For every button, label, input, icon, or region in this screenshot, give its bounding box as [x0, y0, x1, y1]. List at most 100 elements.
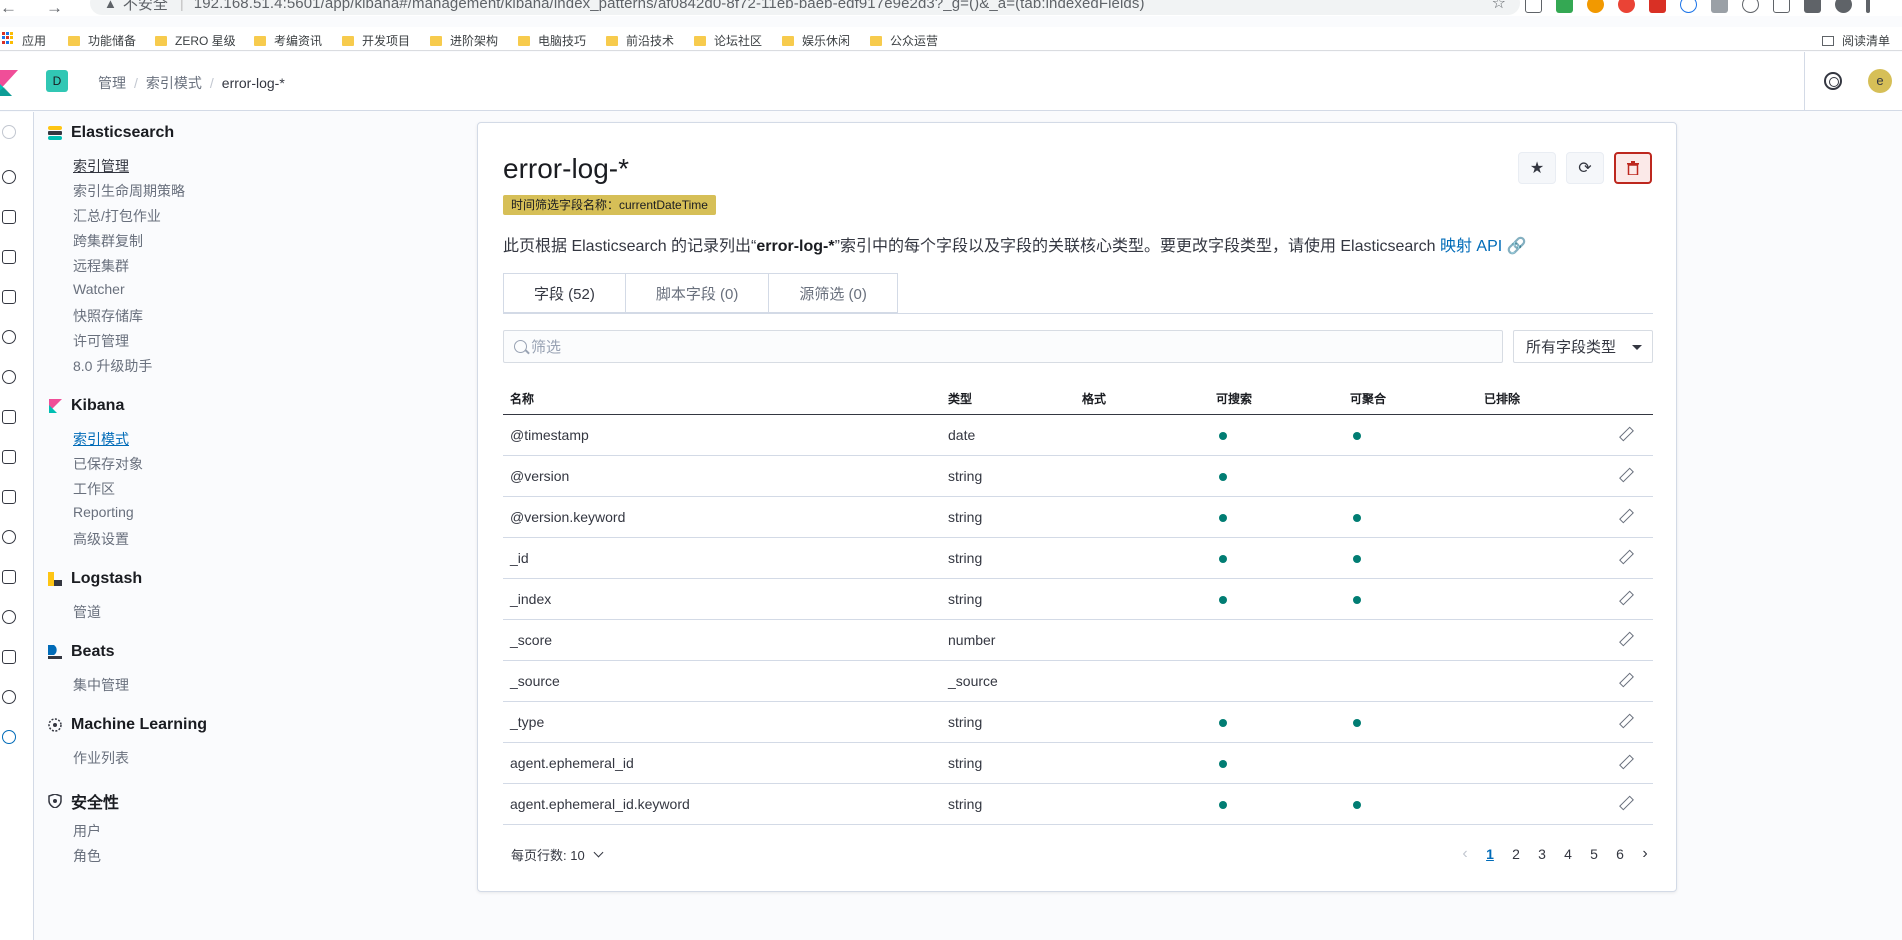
refresh-fields-button[interactable]: ⟳	[1566, 152, 1604, 184]
bookmark-folder[interactable]: 公众运营	[870, 32, 938, 49]
rows-per-page-button[interactable]: 每页行数: 10	[511, 845, 604, 864]
forward-icon[interactable]: →	[46, 0, 66, 18]
menu-item-license[interactable]: 许可管理	[73, 331, 129, 351]
menu-item-pipelines[interactable]: 管道	[73, 602, 101, 622]
kibana-logo-icon[interactable]	[0, 70, 18, 96]
graph-icon[interactable]	[2, 610, 16, 624]
menu-dots-icon[interactable]	[1866, 0, 1870, 13]
pencil-edit-icon[interactable]	[1618, 508, 1632, 522]
tab-scripted-fields[interactable]: 脚本字段 (0)	[624, 273, 770, 313]
menu-item-saved-objects[interactable]: 已保存对象	[73, 454, 143, 474]
page-button[interactable]: 6	[1607, 846, 1633, 862]
menu-item-central-management[interactable]: 集中管理	[73, 675, 129, 695]
menu-item-rollup[interactable]: 汇总/打包作业	[73, 206, 161, 226]
discover-compass-icon[interactable]	[2, 170, 16, 184]
previous-page-icon[interactable]: ‹	[1453, 845, 1477, 863]
bookmark-folder[interactable]: 论坛社区	[694, 32, 762, 49]
page-button[interactable]: 3	[1529, 846, 1555, 862]
space-avatar[interactable]: D	[46, 70, 68, 92]
menu-item-users[interactable]: 用户	[73, 821, 101, 841]
clipboard-extension-icon[interactable]	[1773, 0, 1790, 13]
pencil-edit-icon[interactable]	[1618, 672, 1632, 686]
menu-item-spaces[interactable]: 工作区	[73, 479, 115, 499]
extension-fe-icon[interactable]	[1649, 0, 1666, 13]
page-button[interactable]: 4	[1555, 846, 1581, 862]
pencil-edit-icon[interactable]	[1618, 590, 1632, 604]
dashboard-icon[interactable]	[2, 250, 16, 264]
column-header-type[interactable]: 类型	[941, 384, 1075, 415]
address-bar[interactable]: ▲ 不安全 | 192.168.51.4:5601/app/kibana#/ma…	[90, 0, 1520, 15]
back-icon[interactable]: ←	[0, 0, 20, 18]
canvas-icon[interactable]	[2, 290, 16, 304]
logs-icon[interactable]	[2, 450, 16, 464]
tab-indexed-fields[interactable]: 字段 (52)	[503, 273, 626, 313]
column-header-format[interactable]: 格式	[1075, 384, 1209, 415]
column-header-name[interactable]: 名称	[503, 384, 941, 415]
column-header-aggregatable[interactable]: 可聚合	[1343, 384, 1477, 415]
user-avatar[interactable]: e	[1868, 69, 1892, 93]
menu-item-index-patterns[interactable]: 索引模式	[73, 429, 129, 449]
breadcrumb-management[interactable]: 管理	[98, 73, 126, 93]
next-page-icon[interactable]: ›	[1633, 845, 1657, 863]
bookmark-folder[interactable]: 考编资讯	[254, 32, 322, 49]
settings-extension-icon[interactable]	[1742, 0, 1759, 13]
help-icon[interactable]	[1824, 72, 1842, 90]
pencil-edit-icon[interactable]	[1618, 467, 1632, 481]
machine-learning-icon[interactable]	[2, 370, 16, 384]
menu-item-ilm[interactable]: 索引生命周期策略	[73, 181, 185, 201]
menu-item-reporting[interactable]: Reporting	[73, 504, 134, 520]
field-type-select[interactable]: 所有字段类型	[1513, 330, 1653, 363]
extension-orange-icon[interactable]	[1587, 0, 1604, 13]
menu-item-advanced-settings[interactable]: 高级设置	[73, 529, 129, 549]
menu-item-roles[interactable]: 角色	[73, 846, 101, 866]
reading-list[interactable]: 阅读清单	[1821, 32, 1890, 49]
puzzle-icon[interactable]	[1804, 0, 1821, 13]
menu-item-watcher[interactable]: Watcher	[73, 281, 125, 297]
bookmark-star-icon[interactable]: ☆	[1492, 0, 1506, 13]
page-button[interactable]: 2	[1503, 846, 1529, 862]
page-button[interactable]: 5	[1581, 846, 1607, 862]
bookmark-icon[interactable]	[1525, 0, 1542, 13]
profile-icon[interactable]	[1835, 0, 1852, 13]
delete-pattern-button[interactable]	[1614, 152, 1652, 184]
bookmark-folder[interactable]: 娱乐休闲	[782, 32, 850, 49]
column-header-searchable[interactable]: 可搜索	[1209, 384, 1343, 415]
tab-source-filters[interactable]: 源筛选 (0)	[768, 273, 898, 313]
menu-item-remote-clusters[interactable]: 远程集群	[73, 256, 129, 276]
bookmark-apps[interactable]: 应用	[22, 32, 46, 49]
vue-devtools-icon[interactable]	[1711, 0, 1728, 13]
bookmark-folder[interactable]: 开发项目	[342, 32, 410, 49]
management-gear-icon[interactable]	[2, 730, 16, 744]
pencil-edit-icon[interactable]	[1618, 754, 1632, 768]
dev-tools-icon[interactable]	[2, 650, 16, 664]
pencil-edit-icon[interactable]	[1618, 713, 1632, 727]
set-default-button[interactable]: ★	[1518, 152, 1556, 184]
pencil-edit-icon[interactable]	[1618, 795, 1632, 809]
react-devtools-icon[interactable]	[1680, 0, 1697, 13]
pencil-edit-icon[interactable]	[1618, 549, 1632, 563]
extension-red-icon[interactable]	[1618, 0, 1635, 13]
breadcrumb-index-patterns[interactable]: 索引模式	[146, 73, 202, 93]
menu-item-index-management[interactable]: 索引管理	[73, 156, 129, 176]
apps-grid-icon[interactable]	[2, 32, 14, 44]
pencil-edit-icon[interactable]	[1618, 426, 1632, 440]
bookmark-folder[interactable]: 电脑技巧	[518, 32, 586, 49]
infrastructure-icon[interactable]	[2, 410, 16, 424]
filter-input[interactable]: 筛选	[503, 330, 1503, 363]
mapping-api-link[interactable]: 映射 API 🔗	[1440, 238, 1527, 255]
monitoring-heart-icon[interactable]	[2, 690, 16, 704]
menu-item-jobs[interactable]: 作业列表	[73, 748, 129, 768]
pencil-edit-icon[interactable]	[1618, 631, 1632, 645]
menu-item-ccr[interactable]: 跨集群复制	[73, 231, 143, 251]
uptime-icon[interactable]	[2, 530, 16, 544]
menu-item-snapshots[interactable]: 快照存储库	[73, 306, 143, 326]
maps-icon[interactable]	[2, 330, 16, 344]
visualize-icon[interactable]	[2, 210, 16, 224]
siem-lock-icon[interactable]	[2, 570, 16, 584]
column-header-excluded[interactable]: 已排除	[1477, 384, 1611, 415]
bookmark-folder[interactable]: 进阶架构	[430, 32, 498, 49]
page-button[interactable]: 1	[1477, 846, 1503, 862]
extension-green-icon[interactable]	[1556, 0, 1573, 13]
menu-item-upgrade-assistant[interactable]: 8.0 升级助手	[73, 356, 152, 376]
apm-icon[interactable]	[2, 490, 16, 504]
